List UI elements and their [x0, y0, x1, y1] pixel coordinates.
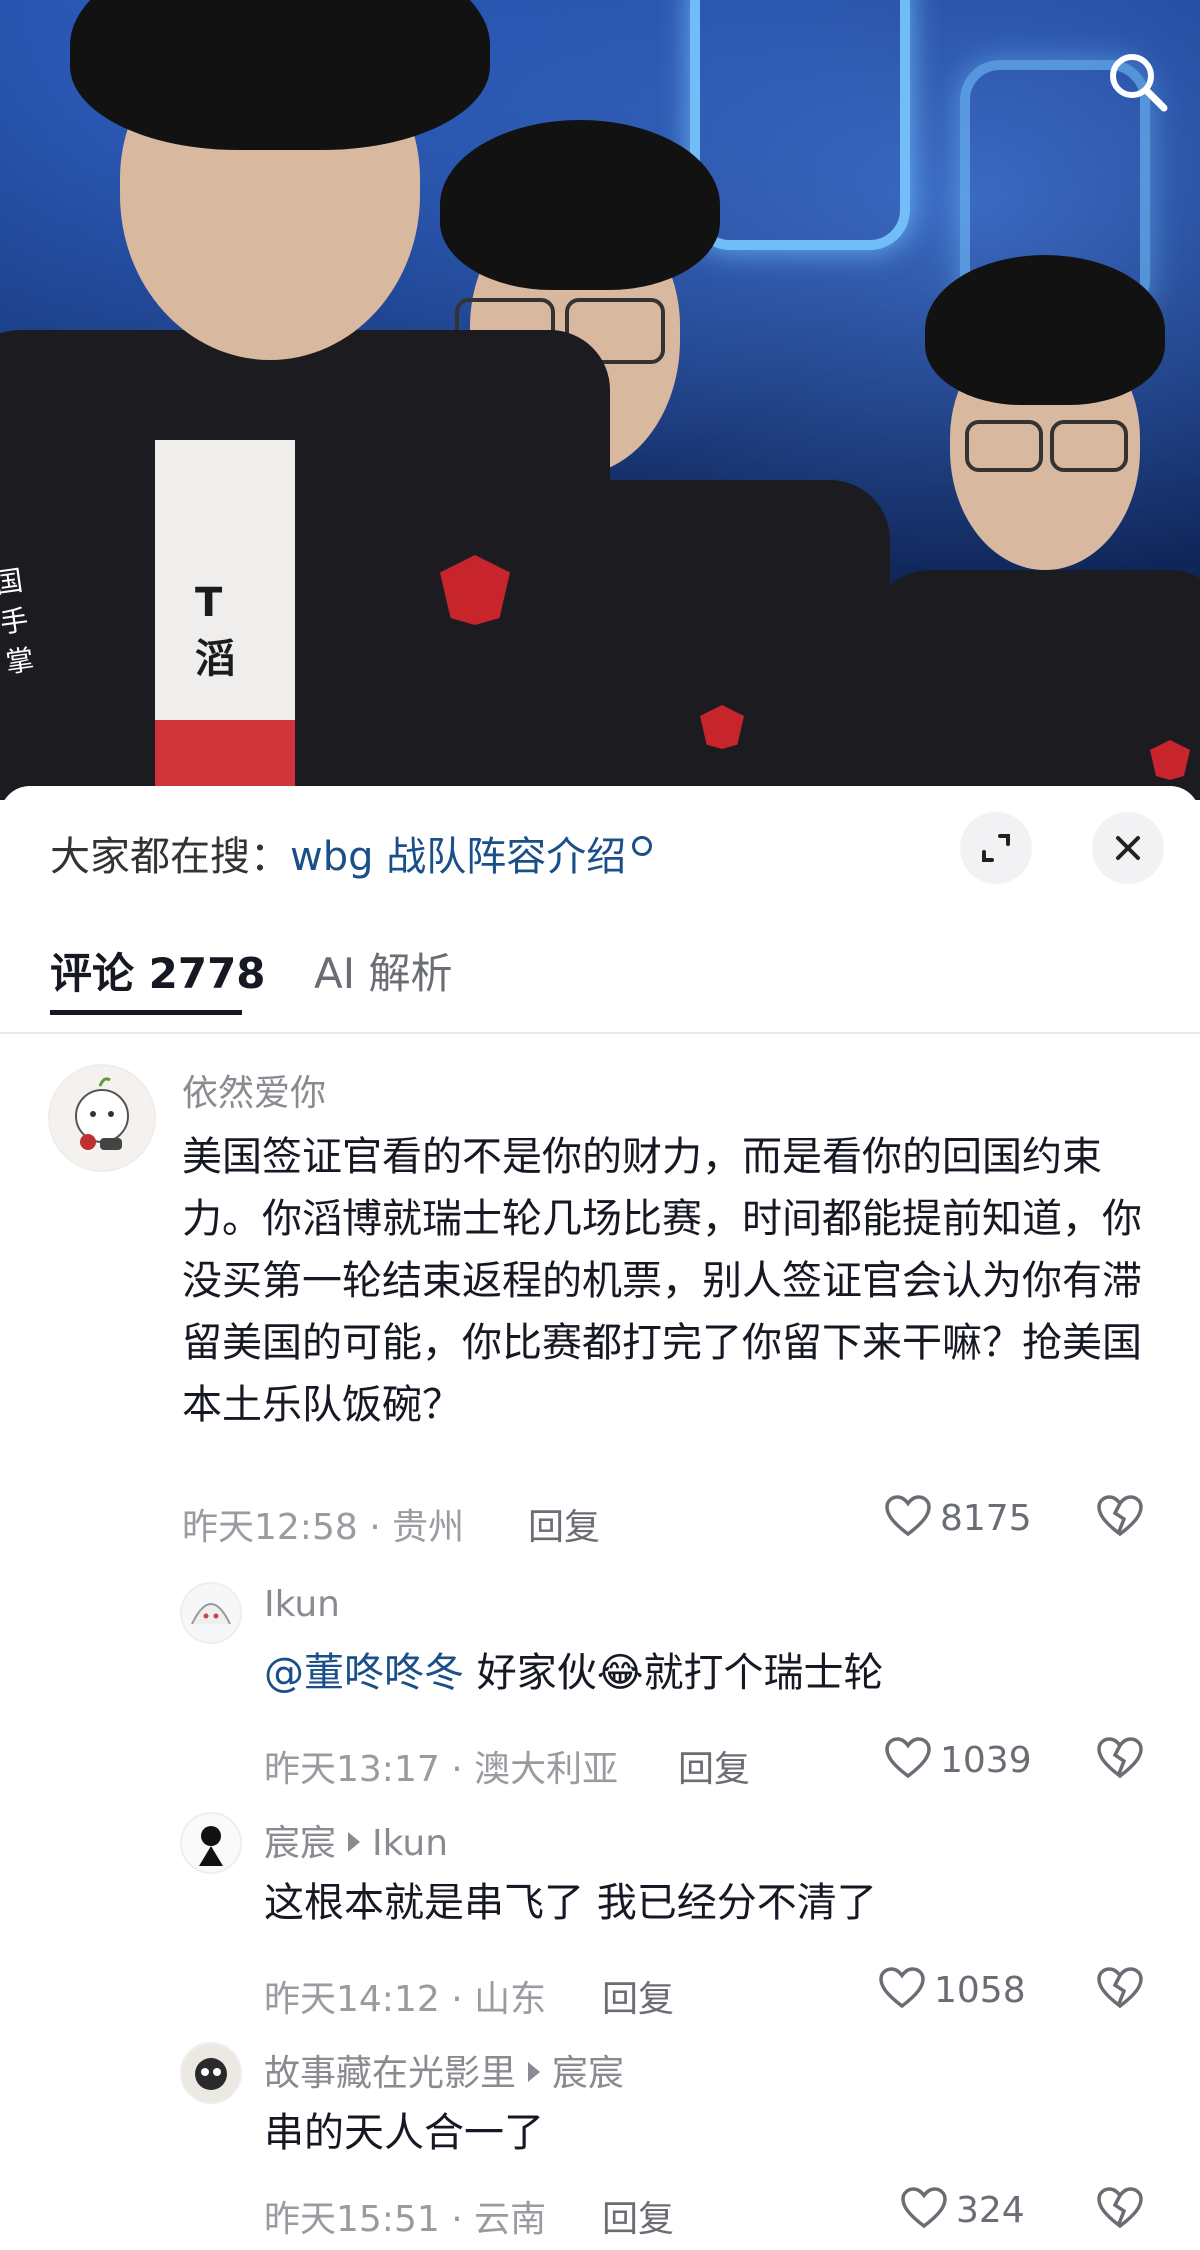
- comment-text: 串的天人合一了: [264, 2110, 544, 2156]
- avatar[interactable]: [180, 2042, 242, 2104]
- dislike-icon[interactable]: [1096, 1494, 1144, 1538]
- close-button[interactable]: [1092, 812, 1164, 884]
- comment-time: 昨天13:17: [264, 1749, 440, 1790]
- comment-username[interactable]: 故事藏在光影里: [264, 2053, 516, 2094]
- comment-meta: 昨天13:17 · 澳大利亚: [264, 1749, 619, 1790]
- search-small-icon: [632, 836, 653, 856]
- like-icon[interactable]: [878, 1966, 926, 2010]
- stage-neon-sign: [690, 0, 910, 250]
- comment-location: 云南: [474, 2199, 547, 2240]
- tab-comments[interactable]: 评论 2778: [50, 940, 266, 1001]
- reply-button[interactable]: 回复: [602, 2190, 674, 2242]
- video-thumbnail[interactable]: T滔 国手掌: [0, 0, 1200, 800]
- comment-username-thread: 宸宸 Ikun: [264, 1814, 448, 1866]
- dislike-icon[interactable]: [1096, 1966, 1144, 2010]
- avatar[interactable]: [180, 1582, 242, 1644]
- dislike-icon[interactable]: [1096, 2186, 1144, 2230]
- comment-text-part: 好家伙: [464, 1650, 597, 1696]
- comment-time: 昨天14:12: [264, 1979, 440, 2020]
- like-count: 1039: [940, 1740, 1032, 1781]
- comment-username[interactable]: 依然爱你: [182, 1064, 326, 1116]
- reply-to-username[interactable]: Ikun: [372, 1823, 448, 1864]
- jersey-sponsor-text: T滔: [195, 580, 235, 682]
- mention-link[interactable]: @董咚咚冬: [264, 1650, 464, 1696]
- comment-time: 昨天15:51: [264, 2199, 440, 2240]
- dislike-icon[interactable]: [1096, 1736, 1144, 1780]
- comment-text-part: 就打个瑞士轮: [643, 1650, 884, 1696]
- expand-button[interactable]: [960, 812, 1032, 884]
- comment-location: 贵州: [392, 1507, 465, 1548]
- like-count: 8175: [940, 1498, 1032, 1539]
- tab-ai-analysis[interactable]: AI 解析: [314, 940, 452, 1001]
- avatar[interactable]: [180, 1812, 242, 1874]
- comment-time: 昨天12:58: [182, 1507, 358, 1548]
- like-icon[interactable]: [884, 1736, 932, 1780]
- search-suggestion[interactable]: 大家都在搜：wbg 战队阵容介绍: [50, 824, 653, 882]
- tabs-divider: [0, 1032, 1200, 1034]
- like-count: 324: [956, 2190, 1025, 2231]
- reply-to-username[interactable]: 宸宸: [552, 2053, 624, 2094]
- like-count: 1058: [934, 1970, 1026, 2011]
- comment-text: 美国签证官看的不是你的财力，而是看你的回国约束力。你滔博就瑞士轮几场比赛，时间都…: [182, 1134, 1142, 1428]
- comment-meta: 昨天15:51 · 云南: [264, 2199, 547, 2240]
- reply-arrow-icon: [528, 2062, 541, 2082]
- reply-button[interactable]: 回复: [678, 1740, 750, 1792]
- like-icon[interactable]: [884, 1494, 932, 1538]
- comment-username[interactable]: Ikun: [264, 1584, 340, 1625]
- expand-icon: [982, 834, 1010, 862]
- comment-text: 这根本就是串飞了 我已经分不清了: [264, 1880, 877, 1926]
- comment-meta: 昨天12:58 · 贵州: [182, 1507, 465, 1548]
- reply-button[interactable]: 回复: [528, 1498, 600, 1550]
- close-icon: [1116, 836, 1140, 860]
- search-button[interactable]: [1106, 50, 1170, 114]
- comment-username-thread: 故事藏在光影里 宸宸: [264, 2044, 624, 2096]
- active-tab-indicator: [50, 1010, 242, 1015]
- search-icon: [1110, 54, 1168, 112]
- comment-username[interactable]: 宸宸: [264, 1823, 336, 1864]
- avatar[interactable]: [48, 1064, 156, 1172]
- laugh-cry-emoji: 😂: [596, 1650, 644, 1696]
- comment-location: 澳大利亚: [474, 1749, 619, 1790]
- comment-sheet: 大家都在搜：wbg 战队阵容介绍 评论 2778 AI 解析 依然爱你 美国签证…: [0, 786, 1200, 2250]
- reply-button[interactable]: 回复: [602, 1970, 674, 2022]
- comment-meta: 昨天14:12 · 山东: [264, 1979, 547, 2020]
- like-icon[interactable]: [900, 2186, 948, 2230]
- reply-arrow-icon: [348, 1832, 361, 1852]
- search-suggestion-term[interactable]: wbg 战队阵容介绍: [290, 834, 626, 880]
- search-suggestion-prefix: 大家都在搜：: [50, 834, 290, 880]
- comment-location: 山东: [474, 1979, 547, 2020]
- comment-text: @董咚咚冬 好家伙😂就打个瑞士轮: [264, 1642, 1144, 1704]
